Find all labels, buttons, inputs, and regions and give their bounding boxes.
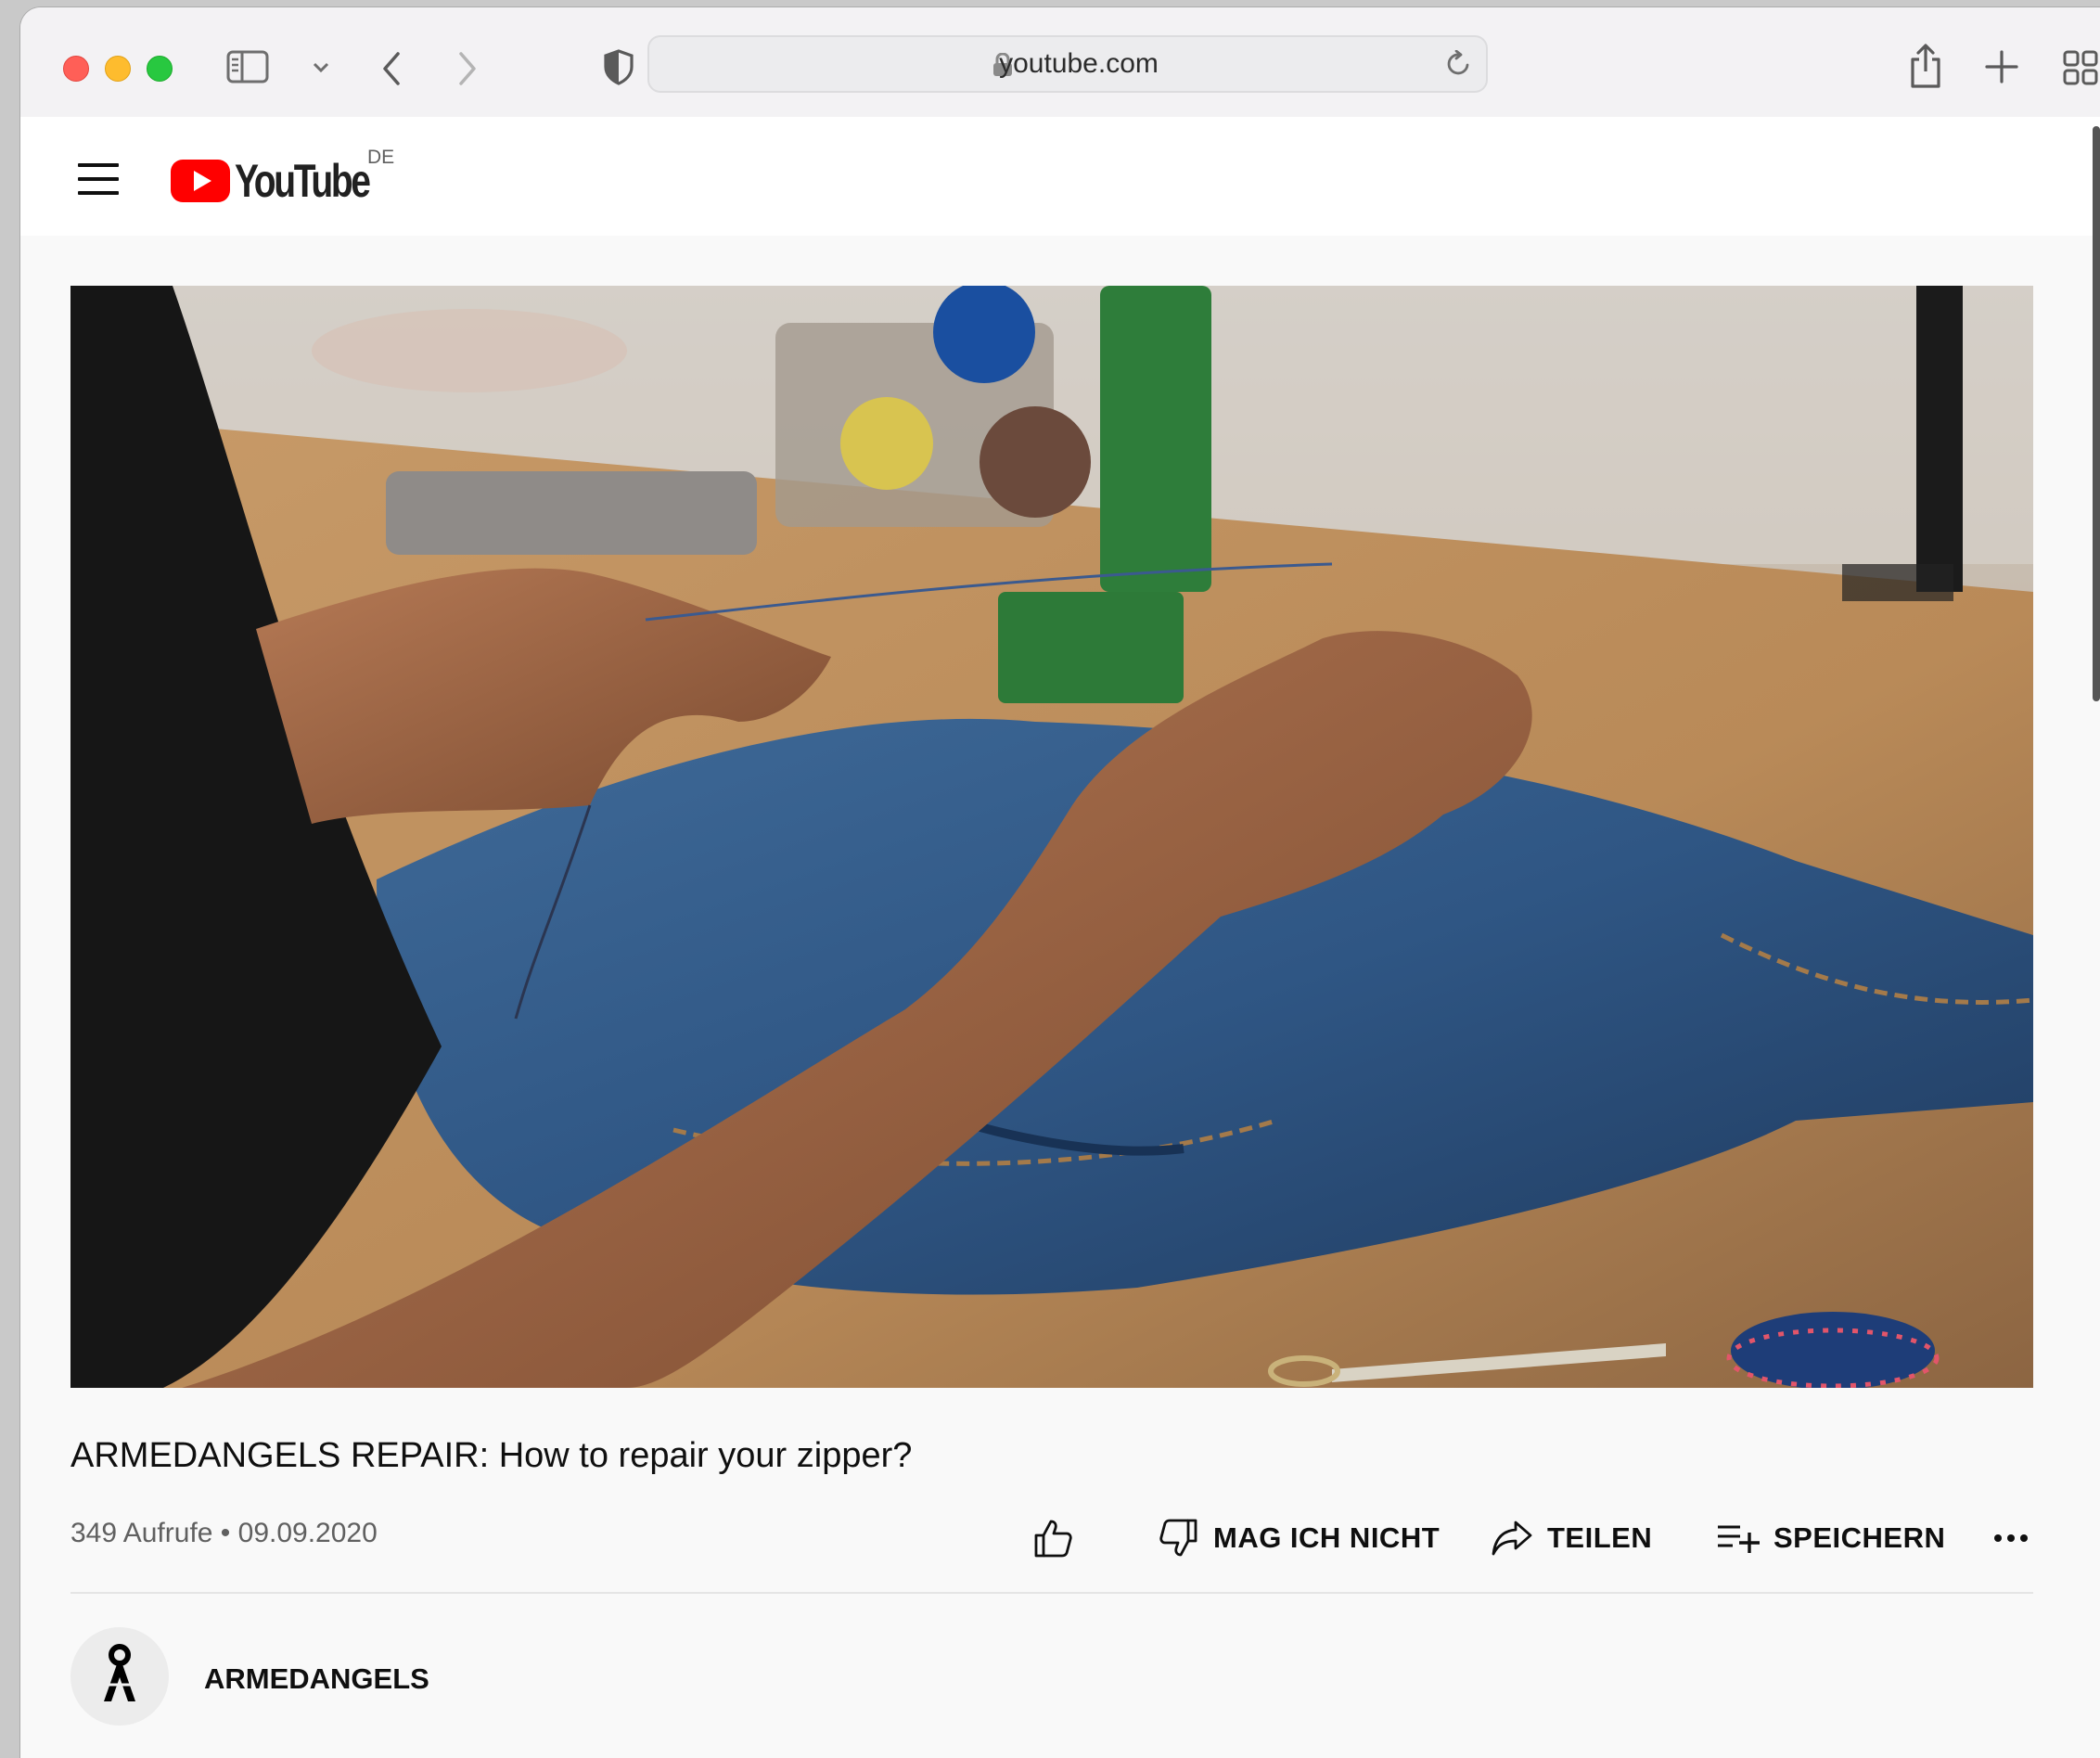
close-window-button[interactable] — [63, 56, 89, 82]
thumbs-up-icon — [1034, 1520, 1072, 1558]
privacy-shield-icon[interactable] — [603, 48, 634, 85]
share-icon[interactable] — [1907, 43, 1944, 89]
armedangels-logo — [104, 1644, 135, 1701]
dislike-label: MAG ICH NICHT — [1213, 1521, 1441, 1554]
video-frame-image — [70, 286, 2033, 1388]
menu-icon[interactable] — [78, 163, 119, 195]
back-arrow-icon[interactable] — [380, 50, 403, 87]
youtube-play-logo-icon — [171, 160, 230, 202]
sidebar-toggle-icon[interactable] — [226, 50, 269, 83]
more-horizontal-icon — [1994, 1534, 2028, 1542]
save-button[interactable]: SPEICHERN — [1716, 1510, 1945, 1566]
zoom-window-button[interactable] — [147, 56, 173, 82]
reload-icon[interactable] — [1445, 50, 1473, 78]
video-title: ARMEDANGELS REPAIR: How to repair your z… — [70, 1436, 913, 1475]
video-meta: 349 Aufrufe • 09.09.2020 — [70, 1518, 378, 1548]
share-label: TEILEN — [1547, 1521, 1653, 1554]
chevron-down-icon[interactable] — [312, 61, 330, 74]
browser-window: youtube.com YouTube DE ARMEDANGELS REPAI… — [20, 7, 2100, 1758]
share-button[interactable]: TEILEN — [1490, 1510, 1652, 1566]
browser-toolbar: youtube.com — [20, 7, 2100, 118]
dislike-button[interactable]: MAG ICH NICHT — [1158, 1510, 1440, 1566]
divider — [70, 1592, 2033, 1594]
channel-name[interactable]: ARMEDANGELS — [204, 1662, 429, 1696]
minimize-window-button[interactable] — [105, 56, 131, 82]
more-actions-button[interactable] — [1992, 1510, 2030, 1566]
video-player[interactable] — [70, 286, 2033, 1388]
channel-avatar[interactable] — [70, 1627, 169, 1726]
thumbs-down-icon — [1159, 1519, 1197, 1557]
like-button[interactable] — [1031, 1510, 1074, 1566]
playlist-add-icon — [1718, 1525, 1760, 1553]
url-text: youtube.com — [999, 48, 1159, 79]
tab-overview-icon[interactable] — [2063, 50, 2098, 85]
save-label: SPEICHERN — [1773, 1521, 1946, 1554]
scrollbar[interactable] — [2093, 126, 2100, 701]
youtube-wordmark: YouTube — [235, 155, 371, 207]
address-bar[interactable]: youtube.com — [647, 35, 1488, 93]
new-tab-icon[interactable] — [1985, 50, 2018, 83]
region-code: DE — [367, 147, 395, 168]
share-arrow-icon — [1492, 1521, 1532, 1556]
forward-arrow-icon[interactable] — [456, 50, 479, 87]
youtube-header: YouTube DE — [20, 117, 2100, 236]
